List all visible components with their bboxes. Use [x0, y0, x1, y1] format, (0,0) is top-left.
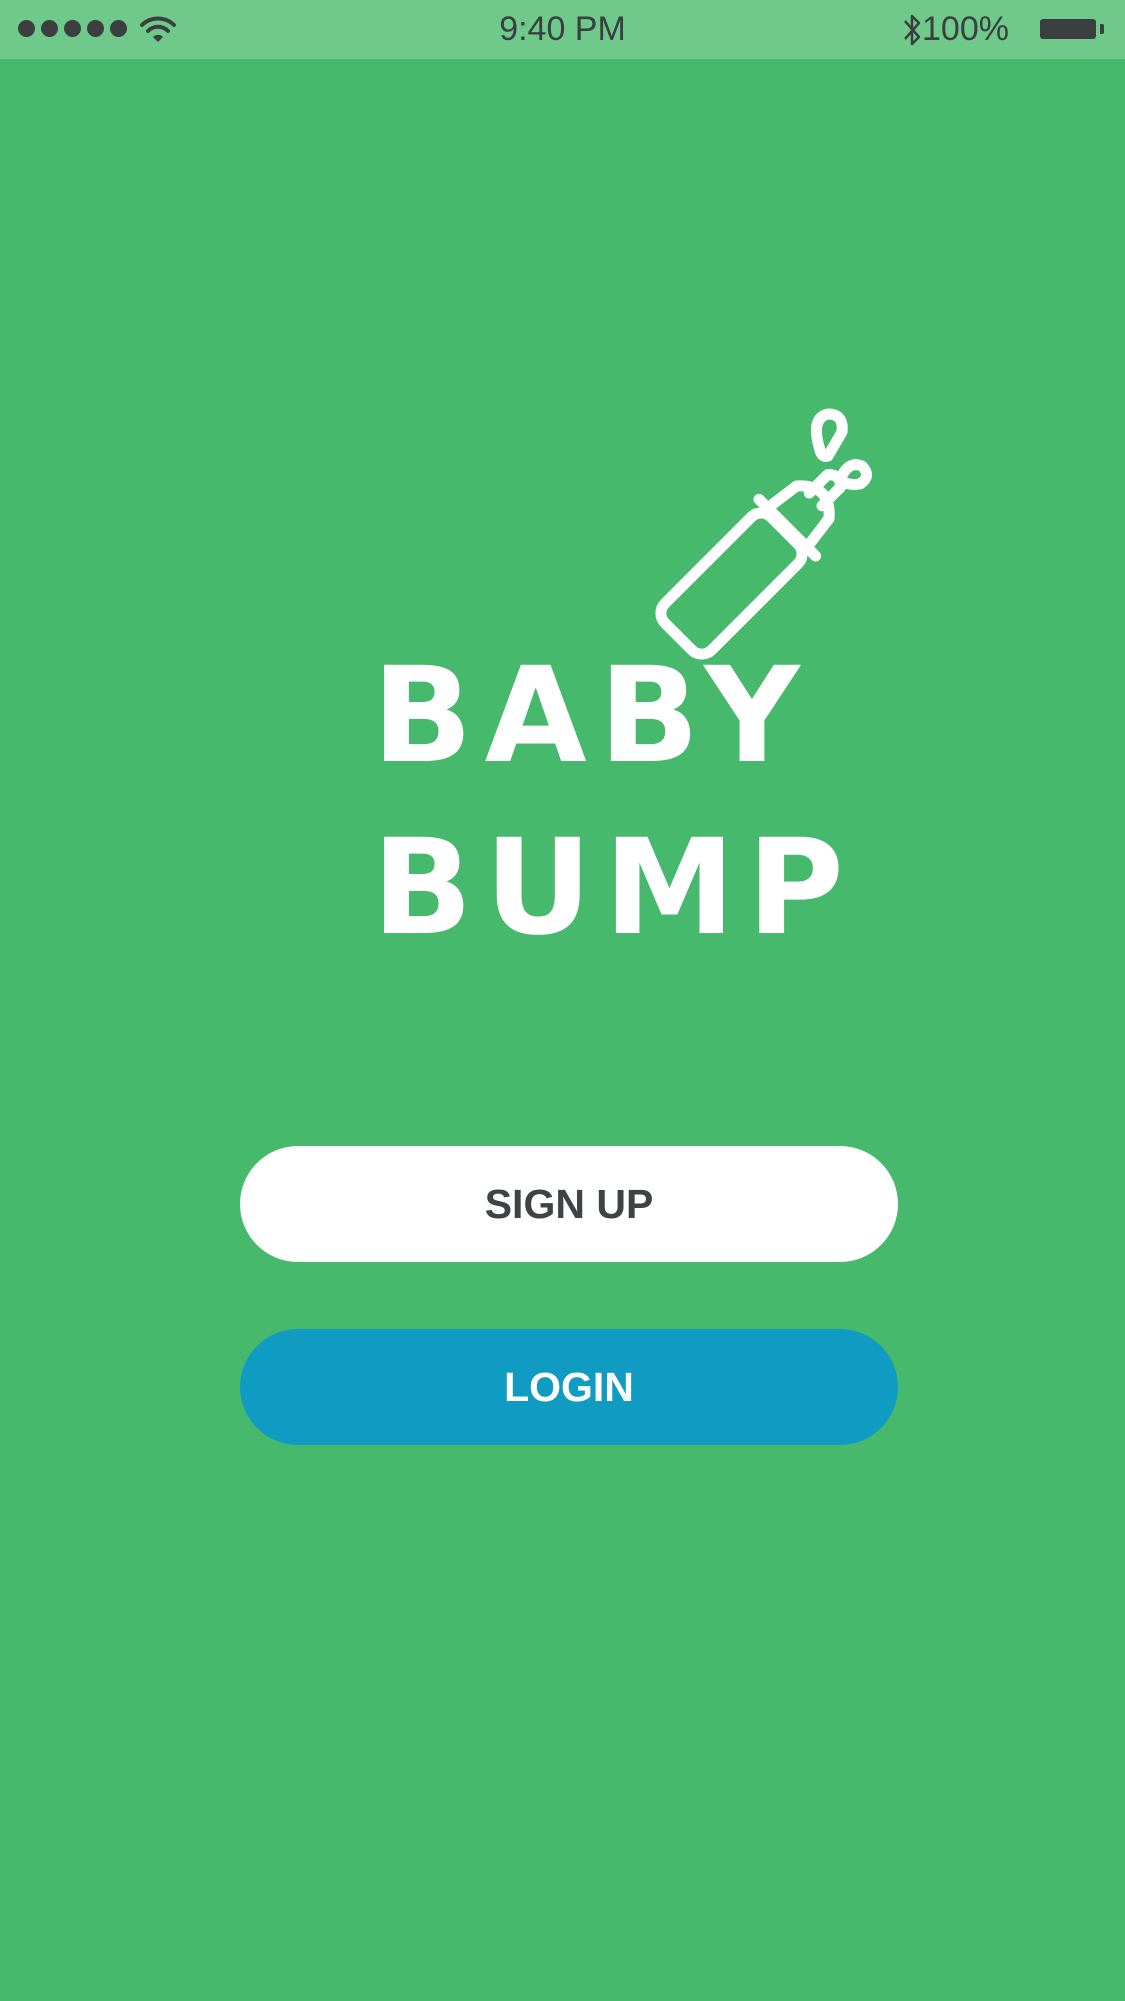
battery-percent: 100% [922, 10, 1009, 48]
battery-icon [1040, 19, 1096, 39]
signup-button[interactable]: SIGN UP [240, 1146, 898, 1262]
baby-bottle-icon [655, 408, 872, 660]
status-bar: 9:40 PM 100% [0, 0, 1125, 59]
battery-tip [1100, 24, 1104, 34]
bluetooth-icon [904, 14, 921, 46]
logo-title-line2: BUMP [372, 811, 856, 965]
login-button[interactable]: LOGIN [240, 1329, 898, 1445]
logo-title-line1: BABY [372, 639, 812, 793]
